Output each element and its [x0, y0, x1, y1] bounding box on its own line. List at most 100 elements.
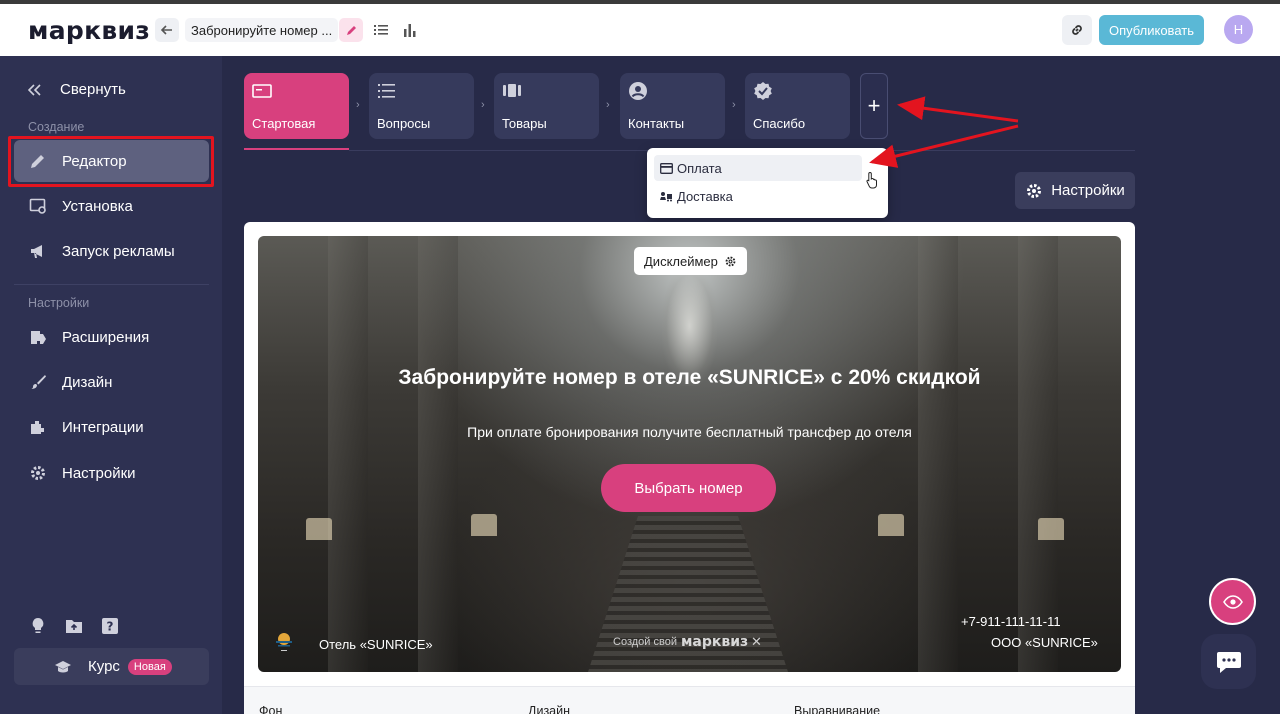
background-lamp	[306, 518, 332, 540]
course-new-badge: Новая	[127, 658, 172, 675]
step-products[interactable]: Товары	[494, 73, 599, 139]
course-button[interactable]: Курс Новая	[14, 648, 209, 685]
section-label-create: Создание	[28, 120, 85, 134]
rename-button[interactable]	[339, 18, 363, 42]
dropdown-item-label: Оплата	[677, 160, 722, 176]
step-thanks[interactable]: Спасибо	[745, 73, 850, 139]
chevron-right-icon: ›	[481, 99, 485, 111]
sidebar-help-icons: ?	[28, 616, 120, 636]
background-lamp	[878, 514, 904, 536]
annotation-arrow	[897, 96, 1019, 123]
design-toolbar: Фон Дизайн Выравнивание	[244, 686, 1135, 714]
delivery-icon	[660, 191, 672, 201]
chevron-right-icon: ›	[606, 99, 610, 111]
company-name[interactable]: Отель «SUNRICE»	[319, 637, 433, 652]
chat-icon	[1216, 651, 1241, 673]
eye-icon	[1222, 594, 1243, 609]
background-pillar	[418, 236, 458, 672]
link-icon	[1072, 25, 1082, 35]
megaphone-icon	[28, 241, 48, 261]
dropdown-item-payment[interactable]: Оплата	[654, 155, 862, 181]
toolbar-design[interactable]: Дизайн	[528, 704, 570, 714]
sidebar-item-label: Настройки	[62, 464, 136, 482]
sidebar-item-label: Дизайн	[62, 373, 113, 391]
settings-label: Настройки	[1051, 182, 1125, 199]
background-pillar	[918, 236, 958, 672]
stats-button[interactable]	[398, 18, 422, 42]
annotation-arrow	[869, 124, 1019, 168]
add-step-button[interactable]: +	[860, 73, 888, 139]
phone-number[interactable]: +7-911-111-11-11	[961, 614, 1061, 629]
sidebar-item-settings[interactable]: Настройки	[14, 452, 209, 494]
step-label: Спасибо	[753, 116, 806, 131]
editor-canvas: Дисклеймер Забронируйте номер в отеле «S…	[244, 222, 1135, 714]
cta-button[interactable]: Выбрать номер	[601, 464, 776, 512]
step-questions[interactable]: Вопросы	[369, 73, 474, 139]
step-label: Стартовая	[252, 116, 316, 131]
sidebar-item-label: Расширения	[62, 328, 150, 346]
made-with-label: Создой свой	[613, 636, 677, 648]
add-step-dropdown: Оплата Доставка	[647, 148, 888, 218]
sidebar-item-ads[interactable]: Запуск рекламы	[14, 230, 209, 272]
step-contacts[interactable]: Контакты	[620, 73, 725, 139]
dropdown-item-label: Доставка	[677, 188, 733, 204]
sidebar-item-label: Интеграции	[62, 418, 144, 436]
back-button[interactable]	[155, 18, 179, 42]
publish-button[interactable]: Опубликовать	[1099, 15, 1204, 45]
chat-button[interactable]	[1201, 634, 1256, 689]
background-lamp	[1038, 518, 1064, 540]
sidebar-item-label: Установка	[62, 197, 133, 215]
toolbar-alignment[interactable]: Выравнивание	[794, 704, 880, 714]
quiz-title[interactable]: Забронируйте номер ...	[185, 18, 339, 42]
install-icon	[28, 196, 48, 216]
list-icon	[374, 25, 388, 35]
integration-icon	[28, 417, 48, 437]
start-page-preview[interactable]: Дисклеймер Забронируйте номер в отеле «S…	[258, 236, 1121, 672]
step-label: Контакты	[628, 116, 685, 131]
close-icon[interactable]: ✕	[751, 634, 762, 650]
step-label: Вопросы	[377, 116, 431, 131]
list-icon	[378, 84, 395, 98]
collapse-button[interactable]: Свернуть	[28, 81, 126, 98]
settings-button[interactable]: Настройки	[1015, 172, 1135, 209]
help-icon[interactable]: ?	[100, 616, 120, 636]
hotel-logo	[276, 633, 292, 651]
sidebar-item-design[interactable]: Дизайн	[14, 361, 209, 403]
company-legal-name[interactable]: ООО «SUNRICE»	[991, 635, 1098, 650]
sidebar-item-install[interactable]: Установка	[14, 185, 209, 227]
made-with-brand: марквиз	[680, 634, 749, 650]
sidebar-item-label: Запуск рекламы	[62, 242, 175, 260]
disclaimer-button[interactable]: Дисклеймер	[634, 247, 747, 275]
divider	[14, 284, 209, 285]
folder-upload-icon[interactable]	[64, 616, 84, 636]
section-label-settings: Настройки	[28, 296, 90, 310]
logo[interactable]: марквиз	[28, 16, 150, 45]
step-start[interactable]: Стартовая	[244, 73, 349, 139]
bar-chart-icon	[404, 24, 416, 37]
avatar[interactable]: Н	[1224, 15, 1253, 44]
background-lamp	[471, 514, 497, 536]
header: марквиз Забронируйте номер ... Опубликов…	[0, 4, 1280, 56]
hand-cursor-icon	[866, 171, 877, 189]
background-pillar	[328, 236, 368, 672]
copy-link-button[interactable]	[1062, 15, 1092, 45]
made-with-marquiz[interactable]: Создой свой марквиз	[613, 634, 748, 650]
toolbar-background[interactable]: Фон	[259, 704, 282, 714]
brush-icon	[28, 372, 48, 392]
user-circle-icon	[629, 82, 647, 100]
sidebar-item-integrations[interactable]: Интеграции	[14, 406, 209, 448]
puzzle-icon	[28, 327, 48, 347]
hero-title[interactable]: Забронируйте номер в отеле «SUNRICE» с 2…	[398, 364, 981, 392]
preview-button[interactable]	[1209, 578, 1256, 625]
questions-list-button[interactable]	[369, 18, 393, 42]
dropdown-item-delivery[interactable]: Доставка	[654, 183, 862, 209]
lightbulb-icon[interactable]	[28, 616, 48, 636]
step-label: Товары	[502, 116, 547, 131]
sidebar-item-extensions[interactable]: Расширения	[14, 316, 209, 358]
check-badge-icon	[754, 82, 772, 100]
arrow-left-icon	[160, 25, 172, 35]
screen-icon	[252, 84, 272, 98]
gear-icon	[1027, 183, 1042, 198]
pencil-icon	[346, 25, 356, 35]
hero-subtitle[interactable]: При оплате бронирования получите бесплат…	[398, 424, 981, 440]
